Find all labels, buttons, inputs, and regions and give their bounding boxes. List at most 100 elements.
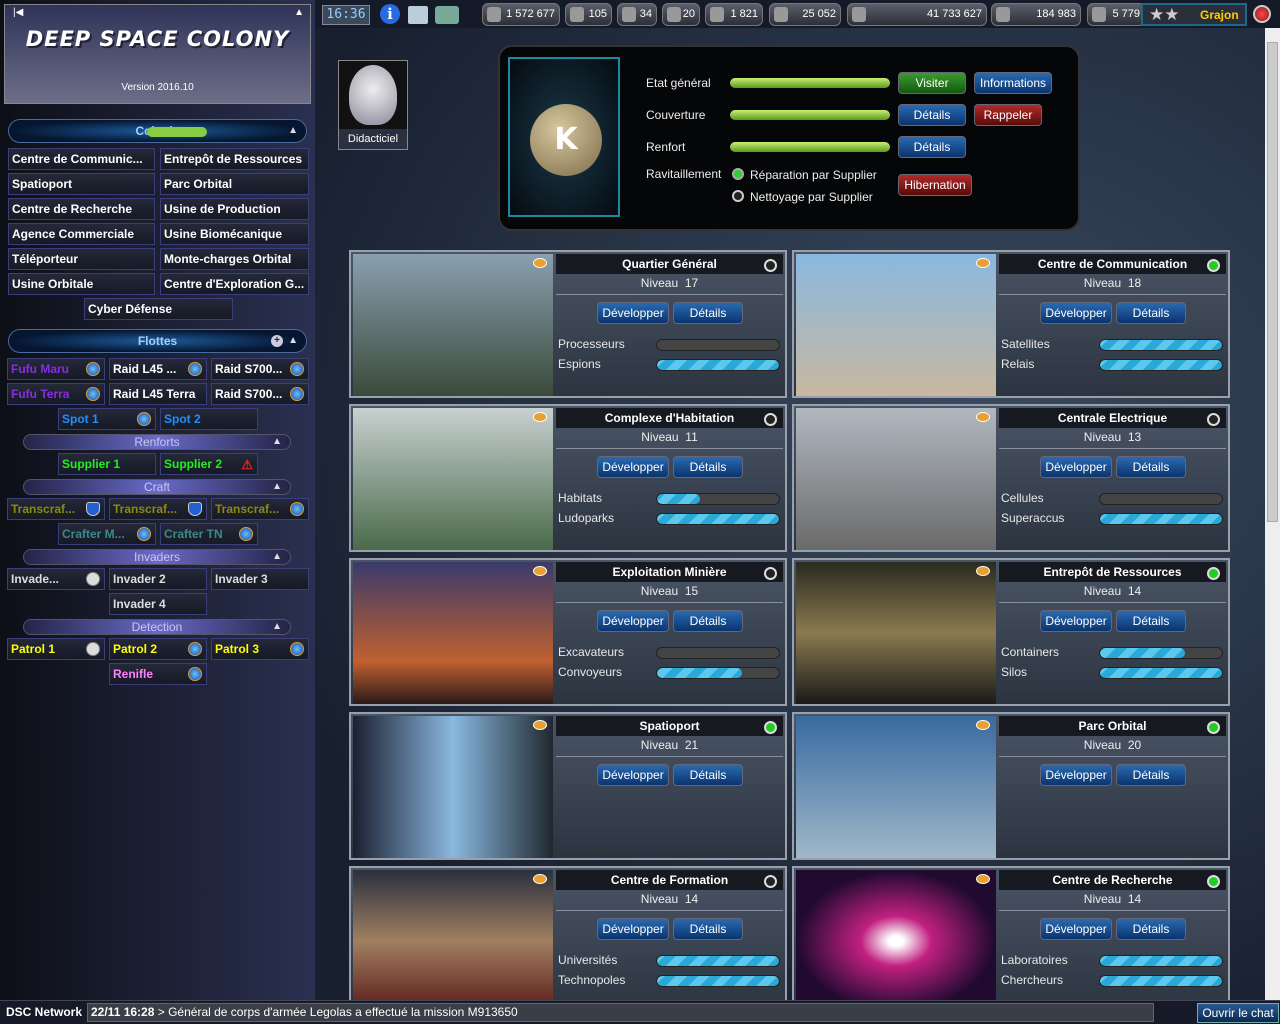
section-flottes[interactable]: Flottes + ▲ <box>8 329 307 353</box>
sidebar-item[interactable]: Agence Commerciale <box>8 223 155 245</box>
sidebar-item[interactable]: Crafter M... <box>58 523 156 545</box>
open-chat-button[interactable]: Ouvrir le chat <box>1197 1003 1279 1023</box>
power-icon[interactable] <box>1253 5 1271 23</box>
renfort-details-button[interactable]: Détails <box>898 136 966 158</box>
details-button[interactable]: Détails <box>1116 610 1186 632</box>
resource-4[interactable]: 1 821 <box>705 3 763 26</box>
details-button[interactable]: Détails <box>673 918 743 940</box>
add-fleet-icon[interactable]: + <box>271 335 283 347</box>
resource-2[interactable]: 34 <box>617 3 657 26</box>
section-renforts[interactable]: Renforts ▲ <box>23 434 291 450</box>
collapse-icon[interactable]: ▲ <box>294 7 304 18</box>
sidebar-item[interactable]: Cyber Défense <box>84 298 233 320</box>
resource-8[interactable]: 5 779 <box>1087 3 1145 26</box>
sidebar-item[interactable]: Monte-charges Orbital <box>160 248 309 270</box>
develop-button[interactable]: Développer <box>1040 456 1112 478</box>
sidebar-item[interactable]: Invader 2 <box>109 568 207 590</box>
sidebar-item[interactable]: Raid L45 ... <box>109 358 207 380</box>
sidebar-item[interactable]: Renifle <box>109 663 207 685</box>
sidebar-item[interactable]: Parc Orbital <box>160 173 309 195</box>
sidebar-item[interactable]: Crafter TN <box>160 523 258 545</box>
develop-button[interactable]: Développer <box>1040 918 1112 940</box>
sidebar-item[interactable]: Entrepôt de Ressources <box>160 148 309 170</box>
sidebar-item[interactable]: Raid L45 Terra <box>109 383 207 405</box>
map-icon[interactable] <box>435 6 459 24</box>
sidebar-item[interactable]: Invade... <box>7 568 105 590</box>
develop-button[interactable]: Développer <box>1040 764 1112 786</box>
clean-radio[interactable] <box>732 190 744 202</box>
building-image[interactable] <box>796 562 996 704</box>
details-button[interactable]: Détails <box>1116 302 1186 324</box>
user-badge[interactable]: ★★ Grajon <box>1141 3 1247 26</box>
building-image[interactable] <box>796 408 996 550</box>
sidebar-item[interactable]: Supplier 2 ⚠ <box>160 453 258 475</box>
sidebar-item[interactable]: Spot 1 <box>58 408 156 430</box>
building-image[interactable] <box>796 870 996 1012</box>
eye-icon[interactable] <box>976 874 990 884</box>
sidebar-item[interactable]: Centre de Recherche <box>8 198 155 220</box>
eye-icon[interactable] <box>976 566 990 576</box>
sidebar-item[interactable]: Transcraf... <box>7 498 105 520</box>
informations-button[interactable]: Informations <box>974 72 1052 94</box>
sidebar-item[interactable]: Centre d'Exploration G... <box>160 273 309 295</box>
sidebar-item[interactable]: Fufu Maru <box>7 358 105 380</box>
collapse-icon[interactable]: ▲ <box>272 550 282 564</box>
rewind-icon[interactable]: |◀ <box>13 7 23 18</box>
building-image[interactable] <box>353 408 553 550</box>
sidebar-item[interactable]: Fufu Terra <box>7 383 105 405</box>
building-image[interactable] <box>796 254 996 396</box>
develop-button[interactable]: Développer <box>597 918 669 940</box>
eye-icon[interactable] <box>533 874 547 884</box>
resource-0[interactable]: 1 572 677 <box>482 3 560 26</box>
repair-radio[interactable] <box>732 168 744 180</box>
collapse-icon[interactable]: ▲ <box>272 435 282 449</box>
sidebar-item[interactable]: Patrol 3 <box>211 638 309 660</box>
develop-button[interactable]: Développer <box>597 456 669 478</box>
section-craft[interactable]: Craft ▲ <box>23 479 291 495</box>
sidebar-item[interactable]: Invader 4 <box>109 593 207 615</box>
develop-button[interactable]: Développer <box>597 302 669 324</box>
section-colonie[interactable]: Colonie▲ <box>8 119 307 143</box>
eye-icon[interactable] <box>533 412 547 422</box>
sidebar-item[interactable]: Raid S700... <box>211 383 309 405</box>
details-button[interactable]: Détails <box>1116 764 1186 786</box>
rappeler-button[interactable]: Rappeler <box>974 104 1042 126</box>
visiter-button[interactable]: Visiter <box>898 72 966 94</box>
details-button[interactable]: Détails <box>1116 456 1186 478</box>
sidebar-item[interactable]: Usine Orbitale <box>8 273 155 295</box>
building-image[interactable] <box>796 716 996 858</box>
eye-icon[interactable] <box>533 258 547 268</box>
collapse-icon[interactable]: ▲ <box>288 330 298 352</box>
sidebar-item[interactable]: Téléporteur <box>8 248 155 270</box>
collapse-icon[interactable]: ▲ <box>272 480 282 494</box>
eye-icon[interactable] <box>976 258 990 268</box>
develop-button[interactable]: Développer <box>1040 610 1112 632</box>
sidebar-item[interactable]: Raid S700... <box>211 358 309 380</box>
sidebar-item[interactable]: Centre de Communic... <box>8 148 155 170</box>
scrollbar-thumb[interactable] <box>1267 42 1278 522</box>
sidebar-item[interactable]: Spatioport <box>8 173 155 195</box>
develop-button[interactable]: Développer <box>1040 302 1112 324</box>
sidebar-item[interactable]: Supplier 1 <box>58 453 156 475</box>
details-button[interactable]: Détails <box>673 456 743 478</box>
sidebar-item[interactable]: Invader 3 <box>211 568 309 590</box>
building-image[interactable] <box>353 562 553 704</box>
eye-icon[interactable] <box>976 720 990 730</box>
develop-button[interactable]: Développer <box>597 764 669 786</box>
sidebar-item[interactable]: Transcraf... <box>109 498 207 520</box>
couverture-details-button[interactable]: Détails <box>898 104 966 126</box>
resource-1[interactable]: 105 <box>565 3 612 26</box>
mail-icon[interactable] <box>408 6 428 24</box>
collapse-icon[interactable]: ▲ <box>272 620 282 634</box>
sidebar-item[interactable]: Usine de Production <box>160 198 309 220</box>
building-image[interactable] <box>353 254 553 396</box>
details-button[interactable]: Détails <box>1116 918 1186 940</box>
tutorial-avatar[interactable]: Didacticiel <box>338 60 408 150</box>
resource-3[interactable]: 20 <box>662 3 700 26</box>
collapse-icon[interactable]: ▲ <box>288 120 298 142</box>
sidebar-item[interactable]: Transcraf... <box>211 498 309 520</box>
section-detection[interactable]: Detection ▲ <box>23 619 291 635</box>
sidebar-item[interactable]: Patrol 2 <box>109 638 207 660</box>
scrollbar[interactable] <box>1265 28 1280 1000</box>
details-button[interactable]: Détails <box>673 764 743 786</box>
